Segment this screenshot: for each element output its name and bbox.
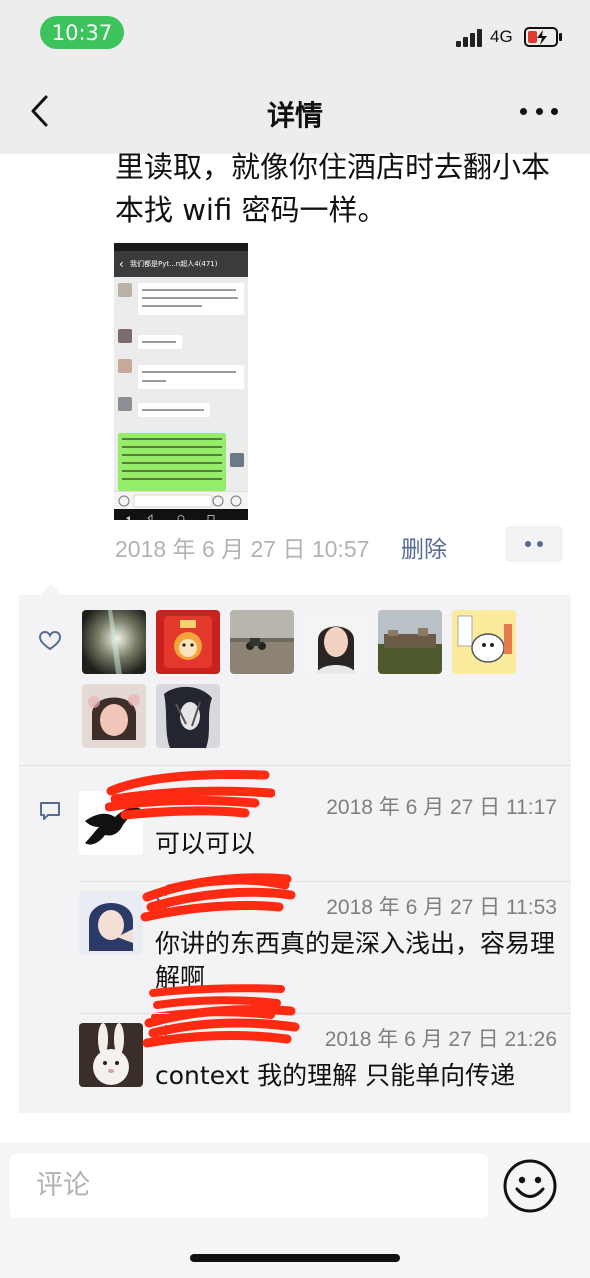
- image-chat-body: [114, 277, 248, 491]
- more-icon[interactable]: [520, 108, 558, 116]
- comment-bar: 评论: [0, 1142, 590, 1278]
- comment-time: 2018 年 6 月 27 日 11:17: [326, 796, 557, 819]
- comment-text: 可以可以: [155, 829, 256, 858]
- comment-item[interactable]: S 2018 年 6 月 27 日 11:53 你讲的东西真的是深入浅出，容易理…: [79, 891, 557, 995]
- comment-divider: [79, 881, 571, 882]
- comment-text: context 我的理解 只能单向传递: [155, 1061, 516, 1090]
- comment-input[interactable]: 评论: [10, 1154, 488, 1218]
- post-image[interactable]: 我们都是Pyt...n超人4(471): [114, 243, 248, 520]
- status-time: 10:37: [40, 16, 124, 49]
- comment-divider: [79, 1013, 571, 1014]
- like-avatar[interactable]: [452, 610, 516, 674]
- comment-item[interactable]: 2018 年 6 月 27 日 11:17 可以可以: [79, 791, 557, 861]
- panel-arrow: [40, 584, 62, 595]
- network-label: 4G: [490, 27, 513, 46]
- like-avatar[interactable]: [304, 610, 368, 674]
- commenter-avatar[interactable]: [79, 891, 143, 955]
- like-avatar[interactable]: [230, 610, 294, 674]
- comment-text: 你讲的东西真的是深入浅出，容易理解啊: [155, 929, 556, 992]
- like-avatar[interactable]: [82, 684, 146, 748]
- commenter-avatar[interactable]: [79, 1023, 143, 1087]
- comment-item[interactable]: d 2018 年 6 月 27 日 21:26 context 我的理解 只能单…: [79, 1023, 557, 1093]
- post-text: 里读取，就像你住酒店时去翻小本本找 wifi 密码一样。: [115, 150, 551, 227]
- image-chat-title: 我们都是Pyt...n超人4(471): [114, 251, 248, 277]
- home-indicator: [190, 1254, 400, 1262]
- comment-icon: [40, 802, 60, 820]
- emoji-icon[interactable]: [502, 1158, 558, 1214]
- like-avatar[interactable]: [82, 610, 146, 674]
- comment-time: 2018 年 6 月 27 日 21:26: [324, 1028, 557, 1051]
- signal-icon: [456, 29, 484, 47]
- heart-icon: [39, 631, 61, 651]
- post-meta: 2018 年 6 月 27 日 10:57 删除: [115, 526, 575, 564]
- page-title: 详情: [266, 99, 323, 132]
- comment-time: 2018 年 6 月 27 日 11:53: [326, 896, 557, 919]
- panel-divider: [19, 765, 571, 766]
- image-long-reply: [118, 433, 226, 491]
- interaction-panel: 2018 年 6 月 27 日 11:17 可以可以 S 2018 年 6 月 …: [19, 595, 571, 1113]
- post-time: 2018 年 6 月 27 日 10:57: [115, 536, 370, 562]
- like-comment-button[interactable]: [505, 526, 563, 562]
- like-avatar[interactable]: [156, 684, 220, 748]
- battery-icon: [524, 27, 562, 47]
- nav-bar: 详情: [0, 66, 590, 154]
- commenter-name[interactable]: S: [155, 891, 169, 916]
- commenter-name[interactable]: d: [155, 1023, 169, 1048]
- like-avatar[interactable]: [378, 610, 442, 674]
- commenter-avatar[interactable]: [79, 791, 143, 855]
- delete-button[interactable]: 删除: [401, 530, 447, 564]
- status-bar: 10:37 4G: [0, 0, 590, 66]
- like-avatar[interactable]: [156, 610, 220, 674]
